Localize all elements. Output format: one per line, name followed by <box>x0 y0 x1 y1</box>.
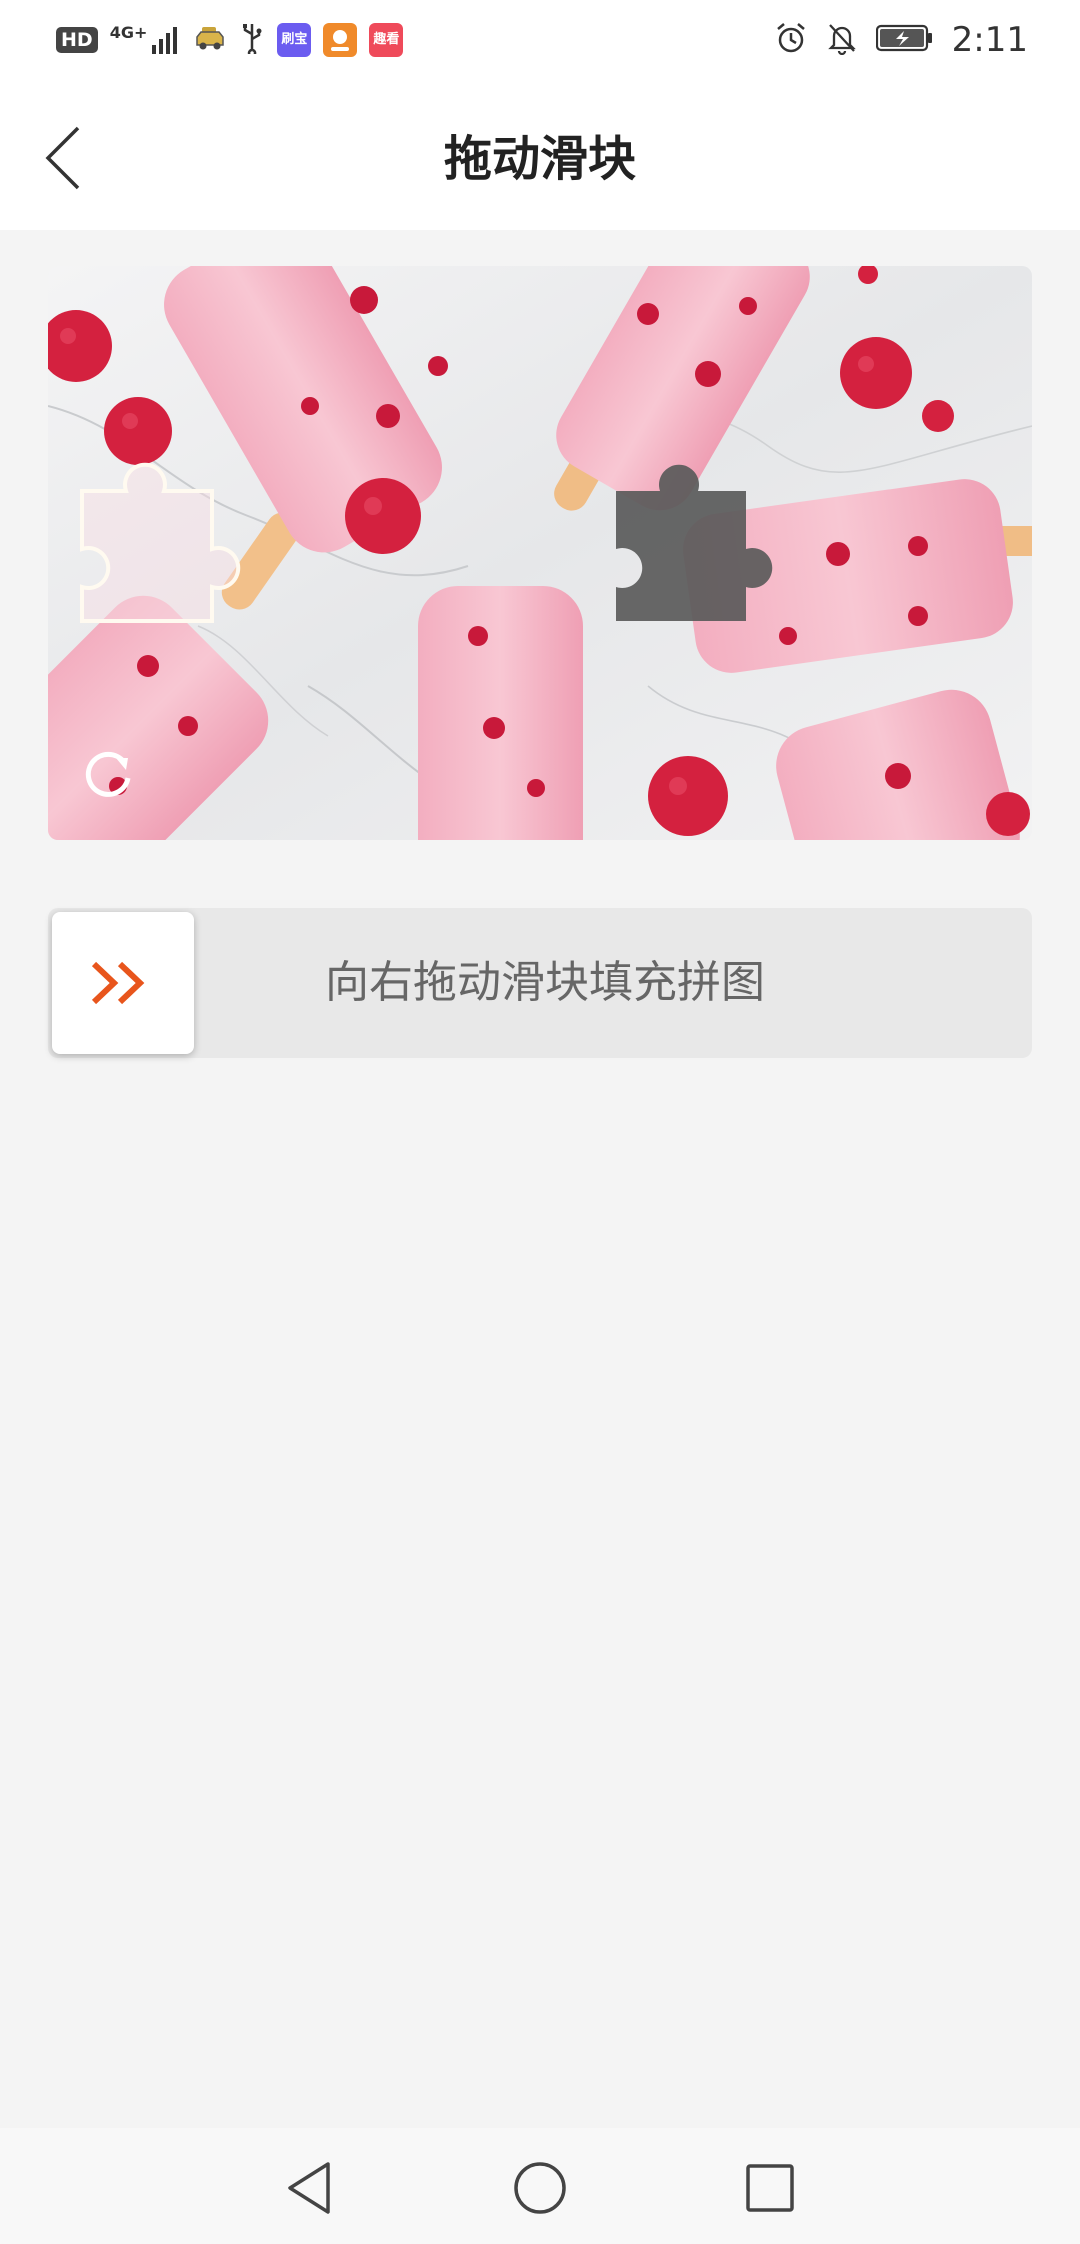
popsicle-photo <box>48 266 1032 840</box>
app-badge-qukan: 趣看 <box>369 23 404 57</box>
status-left: HD 4G+ 刷宝 趣看 <box>56 18 404 62</box>
triangle-back-icon <box>288 2162 330 2214</box>
refresh-button[interactable] <box>80 744 140 804</box>
clock: 2:11 <box>951 20 1028 60</box>
hd-badge: HD <box>56 27 98 53</box>
usb-icon <box>239 22 265 58</box>
screen: HD 4G+ 刷宝 趣看 2:11 拖动滑块 向右拖动滑块填充拼图 <box>0 0 1080 2244</box>
battery-icon <box>875 24 934 56</box>
app-badge-orange <box>323 23 358 57</box>
refresh-icon <box>85 751 131 797</box>
network-type: 4G+ <box>109 23 148 42</box>
app-badge-shuabao: 刷宝 <box>277 23 312 57</box>
header: 拖动滑块 <box>0 80 1080 230</box>
nav-back-button[interactable] <box>280 2158 340 2218</box>
slider-hint: 向右拖动滑块填充拼图 <box>325 957 765 1008</box>
system-nav-bar <box>0 2128 1080 2244</box>
double-chevron-right-icon <box>91 961 145 1005</box>
nav-home-button[interactable] <box>510 2158 570 2218</box>
signal-icon: 4G+ <box>110 25 182 55</box>
slider-track[interactable]: 向右拖动滑块填充拼图 <box>48 908 1032 1058</box>
mute-bell-icon <box>826 21 858 59</box>
page-title: 拖动滑块 <box>443 131 636 187</box>
nav-recents-button[interactable] <box>740 2158 800 2218</box>
alarm-icon <box>774 21 808 59</box>
slider-handle[interactable] <box>52 912 194 1054</box>
captcha-image <box>48 266 1032 840</box>
taxi-icon <box>193 23 227 57</box>
status-bar: HD 4G+ 刷宝 趣看 2:11 <box>0 0 1080 80</box>
status-right: 2:11 <box>774 18 1028 62</box>
square-recents-icon <box>746 2164 794 2212</box>
circle-home-icon <box>514 2162 566 2214</box>
